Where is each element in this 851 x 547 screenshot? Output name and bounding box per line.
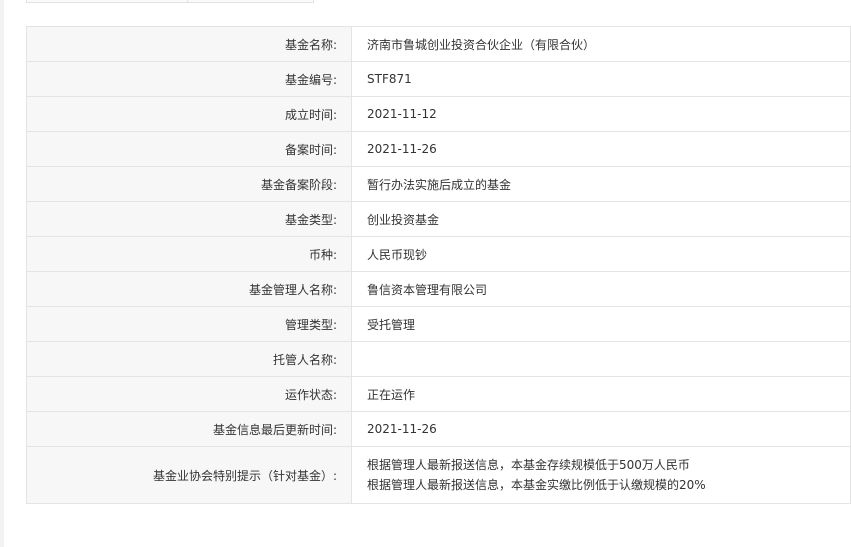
- table-row-custodian-name: 托管人名称:: [26, 341, 851, 377]
- fund-info-table: 基金名称: 济南市鲁城创业投资合伙企业（有限合伙） 基金编号: STF871 成…: [26, 26, 851, 504]
- table-row-currency: 币种: 人民币现钞: [26, 236, 851, 272]
- fund-type-value: 创业投资基金: [351, 201, 851, 237]
- table-row-fund-type: 基金类型: 创业投资基金: [26, 201, 851, 237]
- manager-name-value: 鲁信资本管理有限公司: [351, 271, 851, 307]
- operation-status-value: 正在运作: [351, 376, 851, 412]
- fund-code-label: 基金编号:: [26, 61, 352, 97]
- custodian-name-label: 托管人名称:: [26, 341, 352, 377]
- special-notice-label: 基金业协会特别提示（针对基金）:: [26, 446, 352, 504]
- record-stage-label: 基金备案阶段:: [26, 166, 352, 202]
- fund-type-label: 基金类型:: [26, 201, 352, 237]
- establish-date-value: 2021-11-12: [351, 96, 851, 132]
- fund-name-label: 基金名称:: [26, 26, 352, 62]
- record-date-label: 备案时间:: [26, 131, 352, 167]
- establish-date-label: 成立时间:: [26, 96, 352, 132]
- table-row-establish-date: 成立时间: 2021-11-12: [26, 96, 851, 132]
- previous-table-divider: [187, 0, 188, 3]
- table-row-manager-name: 基金管理人名称: 鲁信资本管理有限公司: [26, 271, 851, 307]
- table-row-record-date: 备案时间: 2021-11-26: [26, 131, 851, 167]
- record-date-value: 2021-11-26: [351, 131, 851, 167]
- last-update-label: 基金信息最后更新时间:: [26, 411, 352, 447]
- left-edge-strip: [0, 0, 4, 547]
- table-row-fund-name: 基金名称: 济南市鲁城创业投资合伙企业（有限合伙）: [26, 26, 851, 62]
- fund-name-value: 济南市鲁城创业投资合伙企业（有限合伙）: [351, 26, 851, 62]
- record-stage-value: 暂行办法实施后成立的基金: [351, 166, 851, 202]
- table-row-last-update: 基金信息最后更新时间: 2021-11-26: [26, 411, 851, 447]
- manager-name-label: 基金管理人名称:: [26, 271, 352, 307]
- management-type-label: 管理类型:: [26, 306, 352, 342]
- operation-status-label: 运作状态:: [26, 376, 352, 412]
- table-row-record-stage: 基金备案阶段: 暂行办法实施后成立的基金: [26, 166, 851, 202]
- special-notice-line-2: 根据管理人最新报送信息，本基金实缴比例低于认缴规模的20%: [367, 478, 706, 492]
- table-row-fund-code: 基金编号: STF871: [26, 61, 851, 97]
- custodian-name-value: [351, 341, 851, 377]
- currency-value: 人民币现钞: [351, 236, 851, 272]
- previous-table-bottom-edge: [26, 0, 314, 3]
- special-notice-line-1: 根据管理人最新报送信息，本基金存续规模低于500万人民币: [367, 458, 690, 472]
- table-row-management-type: 管理类型: 受托管理: [26, 306, 851, 342]
- management-type-value: 受托管理: [351, 306, 851, 342]
- fund-code-value: STF871: [351, 61, 851, 97]
- currency-label: 币种:: [26, 236, 352, 272]
- table-row-special-notice: 基金业协会特别提示（针对基金）: 根据管理人最新报送信息，本基金存续规模低于50…: [26, 446, 851, 504]
- table-row-operation-status: 运作状态: 正在运作: [26, 376, 851, 412]
- page: 基金名称: 济南市鲁城创业投资合伙企业（有限合伙） 基金编号: STF871 成…: [0, 0, 851, 547]
- last-update-value: 2021-11-26: [351, 411, 851, 447]
- special-notice-value: 根据管理人最新报送信息，本基金存续规模低于500万人民币 根据管理人最新报送信息…: [351, 446, 851, 504]
